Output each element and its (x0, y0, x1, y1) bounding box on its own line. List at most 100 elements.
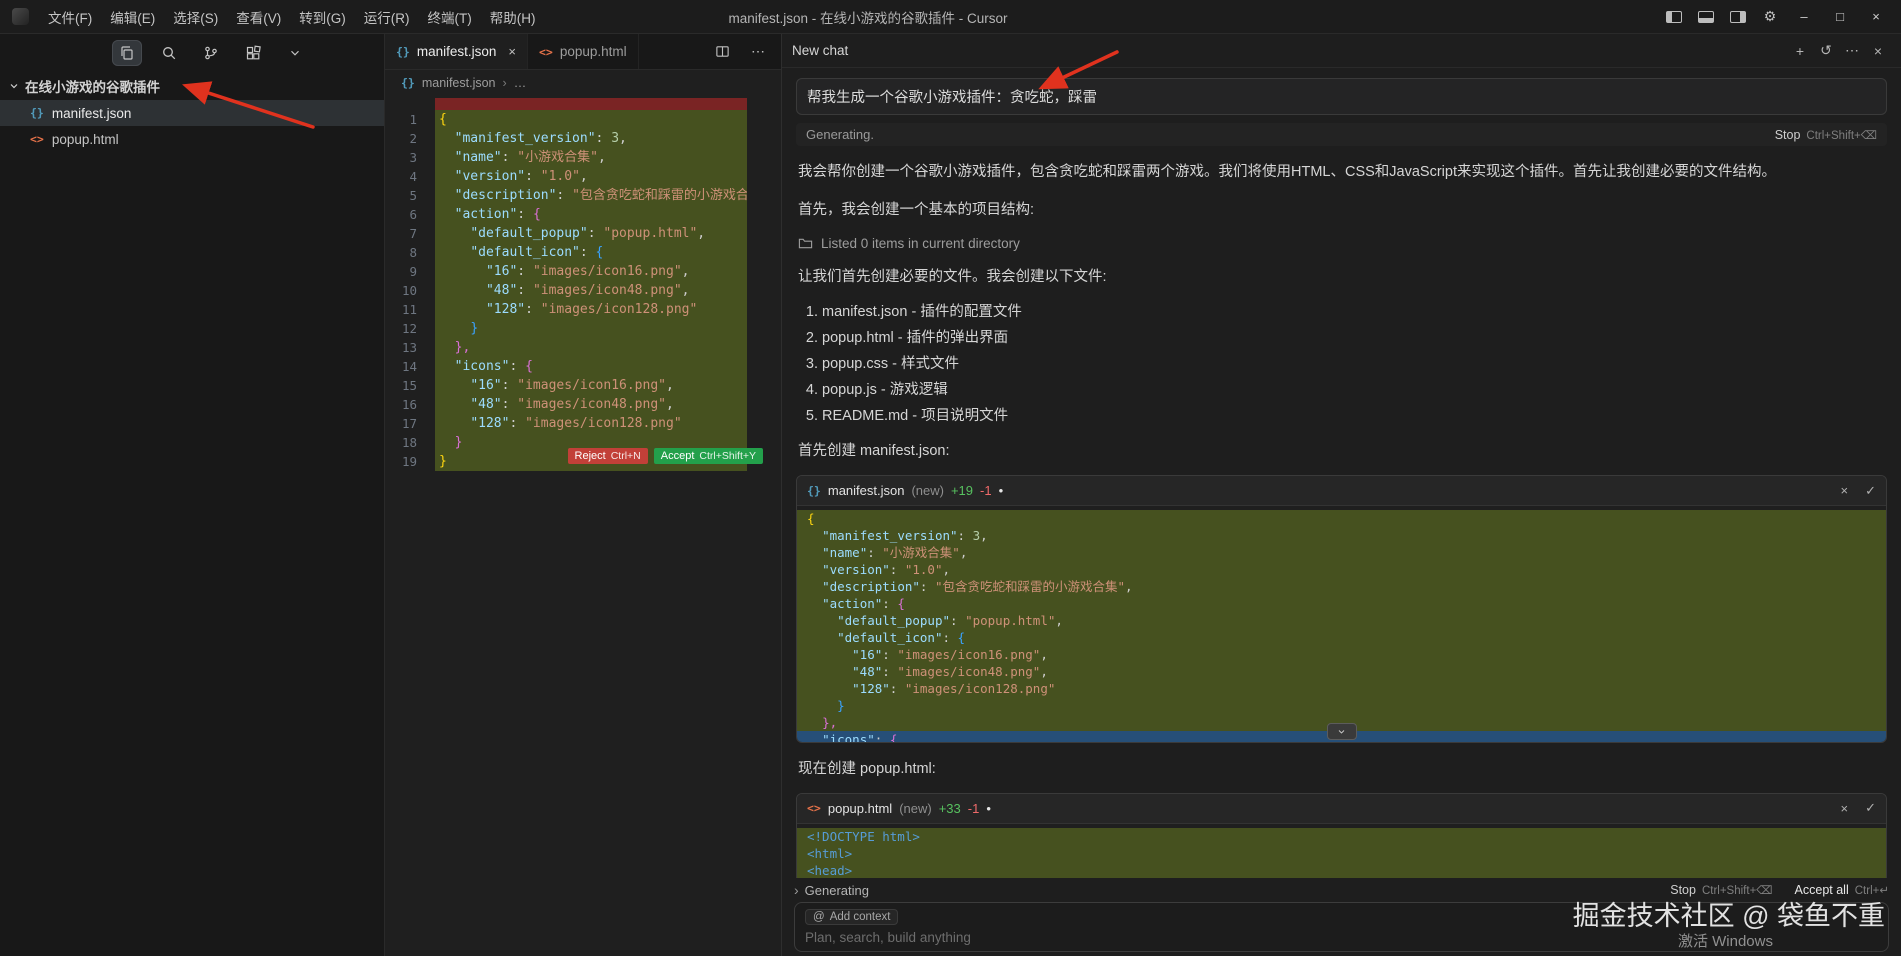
chat-file-list: manifest.json - 插件的配置文件popup.html - 插件的弹… (796, 300, 1887, 425)
menu-item[interactable]: 运行(R) (355, 0, 419, 33)
line-number: 8 (385, 243, 435, 262)
check-icon[interactable]: ✓ (1865, 483, 1876, 499)
tool-call-row[interactable]: Listed 0 items in current directory (798, 236, 1885, 251)
folder-name: 在线小游戏的谷歌插件 (25, 76, 160, 96)
history-icon[interactable]: ↺ (1813, 39, 1839, 63)
menu-item[interactable]: 查看(V) (227, 0, 290, 33)
menu-item[interactable]: 编辑(E) (101, 0, 164, 33)
code-line: { (797, 510, 1886, 527)
assistant-paragraph: 现在创建 popup.html: (798, 759, 1885, 781)
json-file-icon: {} (807, 484, 821, 498)
code-line: 17 "128": "images/icon128.png" (385, 414, 781, 433)
gear-icon[interactable]: ⚙ (1755, 4, 1785, 30)
code-line-content: "16": "images/icon16.png", (435, 376, 747, 395)
add-context-button[interactable]: @ Add context (805, 909, 898, 925)
chat-input-box[interactable]: @ Add context (794, 902, 1889, 952)
toggle-secondary-sidebar-icon[interactable] (1723, 4, 1753, 30)
file-item-popup.html[interactable]: <>popup.html (0, 126, 384, 152)
folder-header[interactable]: 在线小游戏的谷歌插件 (0, 72, 384, 100)
stop-button[interactable]: StopCtrl+Shift+⌫ (1775, 128, 1877, 142)
line-number: 11 (385, 300, 435, 319)
code-line-content: "48": "images/icon48.png", (435, 395, 747, 414)
chat-title: New chat (792, 43, 848, 58)
user-message[interactable]: 帮我生成一个谷歌小游戏插件：贪吃蛇，踩雷 (796, 78, 1887, 115)
window-title: manifest.json - 在线小游戏的谷歌插件 - Cursor (728, 7, 1007, 27)
file-status: (new) (899, 801, 932, 816)
code-line-content: "default_popup": "popup.html", (435, 224, 747, 243)
file-name: popup.html (52, 132, 119, 147)
line-number: 14 (385, 357, 435, 376)
toggle-panel-icon[interactable] (1691, 4, 1721, 30)
list-item: popup.html - 插件的弹出界面 (822, 326, 1887, 347)
line-number: 16 (385, 395, 435, 414)
code-line: 10 "48": "images/icon48.png", (385, 281, 781, 300)
explorer-icon[interactable] (112, 40, 142, 66)
tab-bar: {} manifest.json × <> popup.html ⋯ (385, 34, 781, 70)
tab-popup-html[interactable]: <> popup.html (528, 34, 639, 69)
code-card-popup: <> popup.html (new) +33 -1 • × ✓ <!DOCTY… (796, 793, 1887, 878)
line-number: 18 (385, 433, 435, 452)
editor-code[interactable]: 1{2 "manifest_version": 3,3 "name": "小游戏… (385, 96, 781, 956)
menu-item[interactable]: 选择(S) (164, 0, 227, 33)
menu-item[interactable]: 文件(F) (39, 0, 101, 33)
menu-item[interactable]: 帮助(H) (481, 0, 545, 33)
generating-bar: Generating. StopCtrl+Shift+⌫ (796, 123, 1887, 146)
accept-button[interactable]: Accept Ctrl+Shift+Y (654, 448, 763, 464)
app-logo-icon (12, 8, 29, 25)
accept-all-button[interactable]: Accept allCtrl+↵ (1795, 883, 1889, 897)
file-status: (new) (911, 483, 944, 498)
line-number: 15 (385, 376, 435, 395)
removed-count: -1 (968, 801, 980, 816)
maximize-button[interactable]: □ (1823, 3, 1857, 31)
extensions-icon[interactable] (238, 40, 268, 66)
minimize-button[interactable]: – (1787, 3, 1821, 31)
code-line: "action": { (797, 595, 1886, 612)
line-number: 2 (385, 129, 435, 148)
split-editor-icon[interactable] (707, 39, 737, 65)
code-line-content: "name": "小游戏合集", (435, 148, 747, 167)
pending-row: › Generating StopCtrl+Shift+⌫ Accept all… (794, 882, 1889, 898)
code-line: <!DOCTYPE html> (797, 828, 1886, 845)
search-icon[interactable] (154, 40, 184, 66)
expand-button[interactable] (1327, 723, 1357, 740)
code-line: 4 "version": "1.0", (385, 167, 781, 186)
titlebar-actions: ⚙ – □ × (1659, 3, 1893, 31)
source-control-icon[interactable] (196, 40, 226, 66)
code-block[interactable]: <!DOCTYPE html><html><head> <title>小游戏合集… (797, 824, 1886, 878)
code-line: "version": "1.0", (797, 561, 1886, 578)
stop-button[interactable]: StopCtrl+Shift+⌫ (1670, 883, 1772, 897)
code-line-content: "128": "images/icon128.png" (435, 414, 747, 433)
reject-button[interactable]: Reject Ctrl+N (568, 448, 648, 464)
check-icon[interactable]: ✓ (1865, 800, 1876, 816)
more-icon[interactable]: ⋯ (1839, 39, 1865, 63)
chat-input[interactable] (805, 930, 1556, 945)
close-button[interactable]: × (1859, 3, 1893, 31)
breadcrumb[interactable]: {} manifest.json › … (385, 70, 781, 96)
close-panel-icon[interactable]: × (1865, 39, 1891, 63)
new-chat-icon[interactable]: + (1787, 39, 1813, 63)
menu-item[interactable]: 转到(G) (290, 0, 355, 33)
code-card-manifest: {} manifest.json (new) +19 -1 • × ✓ { "m… (796, 475, 1887, 743)
chevron-down-icon[interactable] (280, 40, 310, 66)
close-icon[interactable]: × (1841, 483, 1849, 498)
code-card-header: <> popup.html (new) +33 -1 • × ✓ (797, 794, 1886, 824)
code-block[interactable]: { "manifest_version": 3, "name": "小游戏合集"… (797, 506, 1886, 742)
code-line-content: "16": "images/icon16.png", (435, 262, 747, 281)
menu-item[interactable]: 终端(T) (419, 0, 481, 33)
code-line: <html> (797, 845, 1886, 862)
line-number: 19 (385, 452, 435, 471)
diff-actions: Reject Ctrl+N Accept Ctrl+Shift+Y (568, 448, 763, 464)
more-actions-icon[interactable]: ⋯ (743, 39, 773, 65)
code-line: 14 "icons": { (385, 357, 781, 376)
file-item-manifest.json[interactable]: {}manifest.json (0, 100, 384, 126)
code-line: 8 "default_icon": { (385, 243, 781, 262)
close-icon[interactable]: × (1841, 801, 1849, 816)
added-count: +33 (939, 801, 961, 816)
toggle-sidebar-icon[interactable] (1659, 4, 1689, 30)
tab-manifest-json[interactable]: {} manifest.json × (385, 34, 528, 69)
json-file-icon: {} (396, 45, 410, 59)
chevron-right-icon[interactable]: › (794, 882, 799, 898)
close-icon[interactable]: × (508, 44, 516, 59)
code-line: } (797, 697, 1886, 714)
code-line-content: "description": "包含贪吃蛇和踩雷的小游戏合集" (435, 186, 747, 205)
